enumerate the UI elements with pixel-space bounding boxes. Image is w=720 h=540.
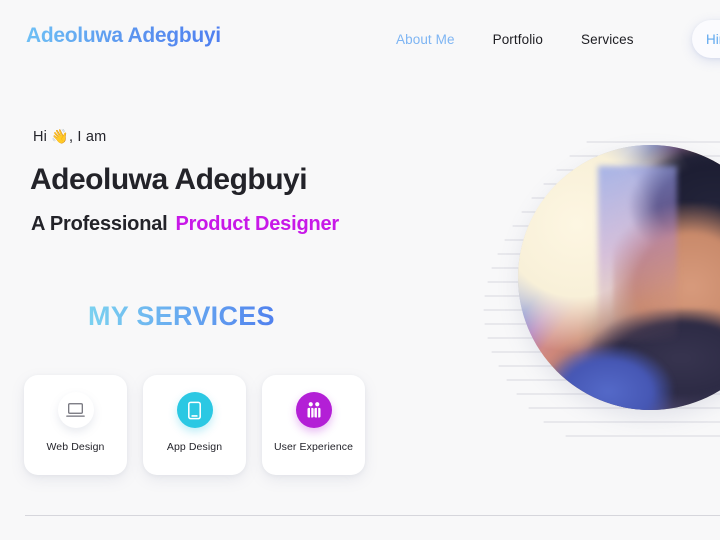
service-card-label: App Design [166,441,223,453]
hero-greeting: Hi 👋, I am [33,128,106,145]
waving-hand-icon: 👋 [51,128,69,144]
hero-greeting-prefix: Hi [33,129,52,145]
main-navigation: About Me Portfolio Services [396,32,634,47]
profile-photo-image [518,145,720,410]
mobile-phone-icon [176,392,213,428]
services-section-title: MY SERVICES [88,301,275,331]
service-card-label: Web Design [46,441,105,453]
service-card-app-design[interactable]: App Design [143,375,246,475]
service-card-user-experience[interactable]: User Experience [262,375,365,475]
portrait-section [470,120,720,450]
laptop-icon [57,392,94,428]
hire-me-button[interactable]: Hire Me [692,20,720,58]
hero-role-prefix: A Professional [31,213,168,235]
hero-name-heading: Adeoluwa Adegbuyi [30,163,308,196]
nav-item-services[interactable]: Services [581,32,634,47]
nav-item-about-me[interactable]: About Me [396,32,455,47]
service-card-label: User Experience [273,441,354,453]
site-logo[interactable]: Adeoluwa Adegbuyi [26,24,221,48]
site-header: Adeoluwa Adegbuyi About Me Portfolio Ser… [0,0,720,78]
hero-role-line: A Professional Product Designer [31,213,339,236]
nav-item-portfolio[interactable]: Portfolio [493,32,543,47]
hero-greeting-suffix: , I am [68,129,107,145]
services-card-list: Web Design App Design User Experience [24,375,365,475]
users-icon [295,392,332,428]
hero-role-accent: Product Designer [175,213,340,235]
service-card-web-design[interactable]: Web Design [24,375,127,475]
profile-photo [518,145,720,410]
footer-divider [25,515,720,516]
